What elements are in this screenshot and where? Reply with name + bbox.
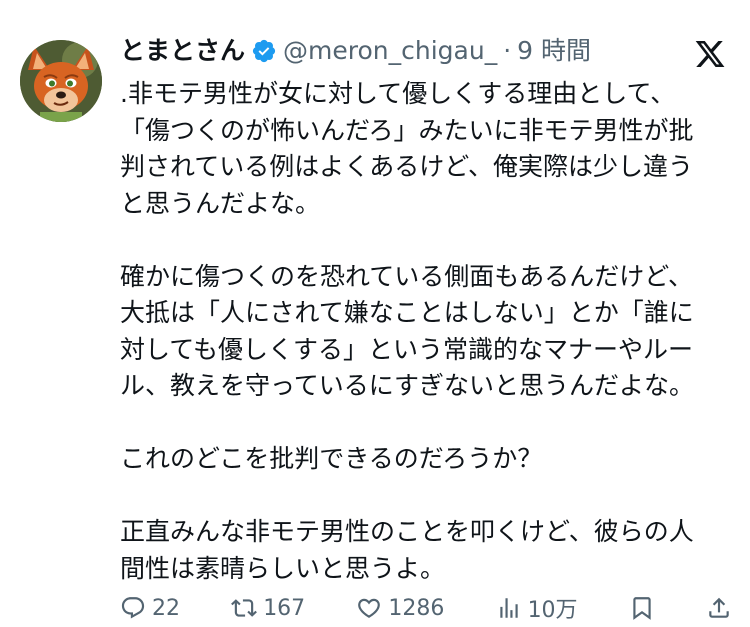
share-button[interactable] (706, 595, 732, 621)
tweet-line: 対しても優しくする」という常識的なマナーやルー (120, 334, 694, 364)
tweet-line: これのどこを批判できるのだろうか？ (120, 444, 543, 473)
reply-count: 22 (152, 595, 180, 621)
action-bar: 22 167 1286 10万 (120, 592, 732, 624)
tweet-line: 正直みんな非モテ男性のことを叩くけど、彼らの人 (120, 517, 694, 546)
tweet-body: .非モテ男性が女に対して優しくする理由として、 「傷つくのが怖いんだろ」みたいに… (120, 76, 730, 587)
like-button[interactable]: 1286 (356, 595, 444, 621)
retweet-icon (231, 595, 258, 621)
separator-dot: · (503, 36, 512, 65)
bookmark-icon (629, 595, 655, 621)
author-name[interactable]: とまとさん (120, 34, 245, 68)
avatar[interactable] (20, 40, 102, 122)
tweet-line: 判されている例はよくあるけど、俺実際は少し違う (120, 152, 694, 181)
views-count: 10万 (527, 598, 578, 623)
tweet-line: 大抵は「人にされて嫌なことはしない」とか「誰に (120, 298, 694, 327)
bookmark-button[interactable] (629, 595, 655, 621)
verified-badge-icon (251, 38, 277, 64)
reply-button[interactable]: 22 (120, 595, 180, 621)
retweet-button[interactable]: 167 (231, 595, 305, 621)
x-logo-icon (694, 38, 726, 70)
tweet-line: 間性は素晴らしいと思うよ。 (120, 553, 446, 583)
author-handle[interactable]: @meron_chigau_ (283, 34, 497, 68)
views-icon (496, 595, 522, 621)
avatar-fox-image (20, 40, 102, 122)
reply-icon (120, 595, 146, 621)
tweet-line: 確かに傷つくのを恐れている側面もあるんだけど、 (120, 261, 694, 291)
retweet-count: 167 (263, 595, 306, 621)
tweet-line: ル、教えを守っているにすぎないと思うんだよな。 (120, 371, 695, 400)
views-button[interactable]: 10万 (496, 592, 578, 624)
timestamp[interactable]: 9 時間 (517, 34, 591, 68)
share-icon (706, 595, 732, 621)
tweet-header: とまとさん @meron_chigau_ · 9 時間 (120, 34, 591, 68)
tweet-line: と思うんだよな。 (120, 188, 321, 218)
like-count: 1286 (388, 595, 445, 621)
like-icon (356, 595, 382, 621)
tweet-line: .非モテ男性が女に対して優しくする理由として、 (120, 79, 676, 108)
tweet-line: 「傷つくのが怖いんだろ」みたいに非モテ男性が批 (120, 115, 694, 145)
